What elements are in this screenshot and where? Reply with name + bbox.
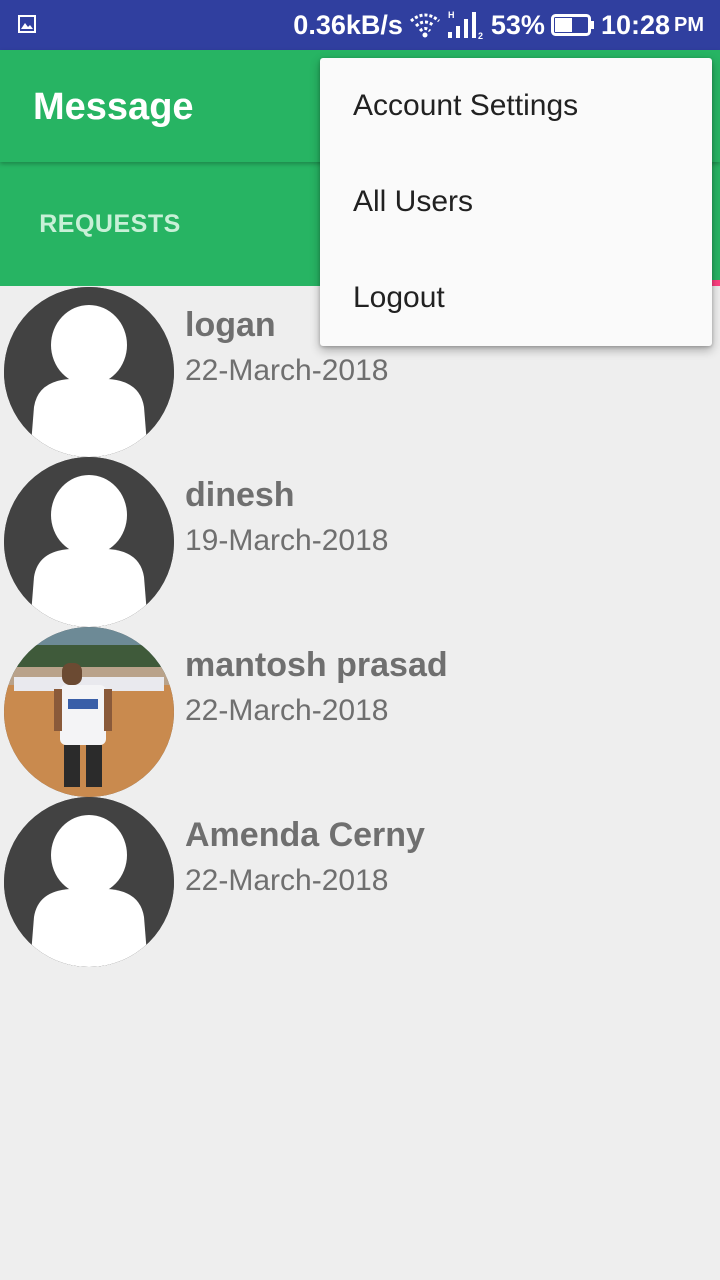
- net-speed: 0.36kB/s: [293, 9, 403, 40]
- profile-photo: [4, 627, 174, 797]
- default-avatar-icon: [4, 287, 174, 457]
- tab-requests[interactable]: REQUESTS: [0, 162, 220, 286]
- user-name: logan: [185, 306, 276, 344]
- battery-icon: [550, 13, 595, 37]
- user-name: dinesh: [185, 476, 295, 514]
- default-avatar-icon: [4, 457, 174, 627]
- gallery-icon: [18, 15, 36, 38]
- clock: 10:28: [600, 9, 670, 40]
- user-date: 22-March-2018: [185, 694, 389, 727]
- user-date: 22-March-2018: [185, 864, 389, 897]
- user-name: Amenda Cerny: [185, 816, 425, 854]
- default-avatar-icon: [4, 797, 174, 967]
- list-item[interactable]: Amenda Cerny 22-March-2018: [0, 796, 720, 967]
- battery-percent: 53%: [490, 9, 545, 40]
- menu-item-all-users[interactable]: All Users: [320, 154, 712, 250]
- wifi-icon: [409, 12, 441, 38]
- signal-icon: H 2: [447, 10, 485, 40]
- user-date: 19-March-2018: [185, 524, 389, 557]
- user-name: mantosh prasad: [185, 646, 448, 684]
- status-bar: 0.36kB/s H 2 53% 10:28 PM: [0, 0, 720, 50]
- svg-text:H: H: [448, 10, 455, 20]
- user-date: 22-March-2018: [185, 354, 389, 387]
- overflow-menu: Account Settings All Users Logout: [320, 58, 712, 346]
- status-icons: 0.36kB/s H 2 53% 10:28 PM: [293, 0, 704, 50]
- user-list: logan 22-March-2018 dinesh 19-March-2018: [0, 286, 720, 967]
- menu-item-account-settings[interactable]: Account Settings: [320, 58, 712, 154]
- menu-item-logout[interactable]: Logout: [320, 250, 712, 346]
- clock-ampm: PM: [674, 13, 704, 36]
- app-title: Message: [33, 86, 194, 128]
- list-item[interactable]: dinesh 19-March-2018: [0, 456, 720, 627]
- list-item[interactable]: mantosh prasad 22-March-2018: [0, 626, 720, 797]
- svg-text:2: 2: [478, 31, 483, 40]
- battery-fill: [554, 18, 572, 32]
